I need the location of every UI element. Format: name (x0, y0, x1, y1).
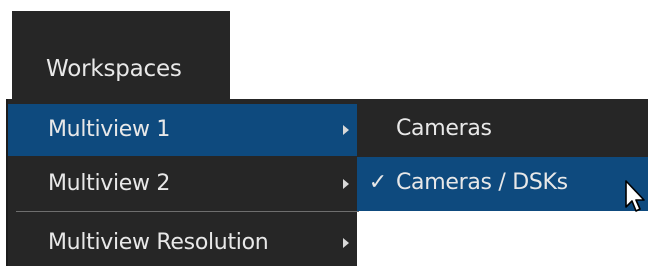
submenu-item-cameras[interactable]: Cameras (357, 103, 648, 157)
menu-item-label: Multiview 2 (48, 171, 171, 196)
menu-item-label: Multiview Resolution (48, 230, 269, 255)
submenu-item-label: Cameras (396, 116, 492, 141)
submenu-item-cameras-dsks[interactable]: ✓ Cameras / DSKs (357, 157, 648, 211)
menu-separator (16, 211, 359, 212)
chevron-right-icon (343, 125, 349, 135)
multiview-1-submenu: Cameras ✓ Cameras / DSKs (357, 99, 648, 211)
menu-item-multiview-1[interactable]: Multiview 1 (8, 104, 359, 156)
menu-item-multiview-2[interactable]: Multiview 2 (8, 158, 359, 210)
workspaces-menu-screen: Workspaces Multiview 1 Multiview 2 Multi… (0, 0, 648, 266)
menu-item-label: Multiview 1 (48, 117, 171, 142)
workspaces-menu-title: Workspaces (46, 56, 182, 82)
workspaces-dropdown: Multiview 1 Multiview 2 Multiview Resolu… (6, 99, 359, 266)
checkmark-icon: ✓ (368, 170, 388, 195)
chevron-right-icon (343, 179, 349, 189)
workspaces-menu-header[interactable]: Workspaces (12, 11, 230, 99)
mouse-pointer-icon (625, 180, 645, 212)
submenu-item-label: Cameras / DSKs (396, 170, 568, 195)
menu-item-multiview-resolution[interactable]: Multiview Resolution (8, 217, 359, 266)
chevron-right-icon (343, 238, 349, 248)
